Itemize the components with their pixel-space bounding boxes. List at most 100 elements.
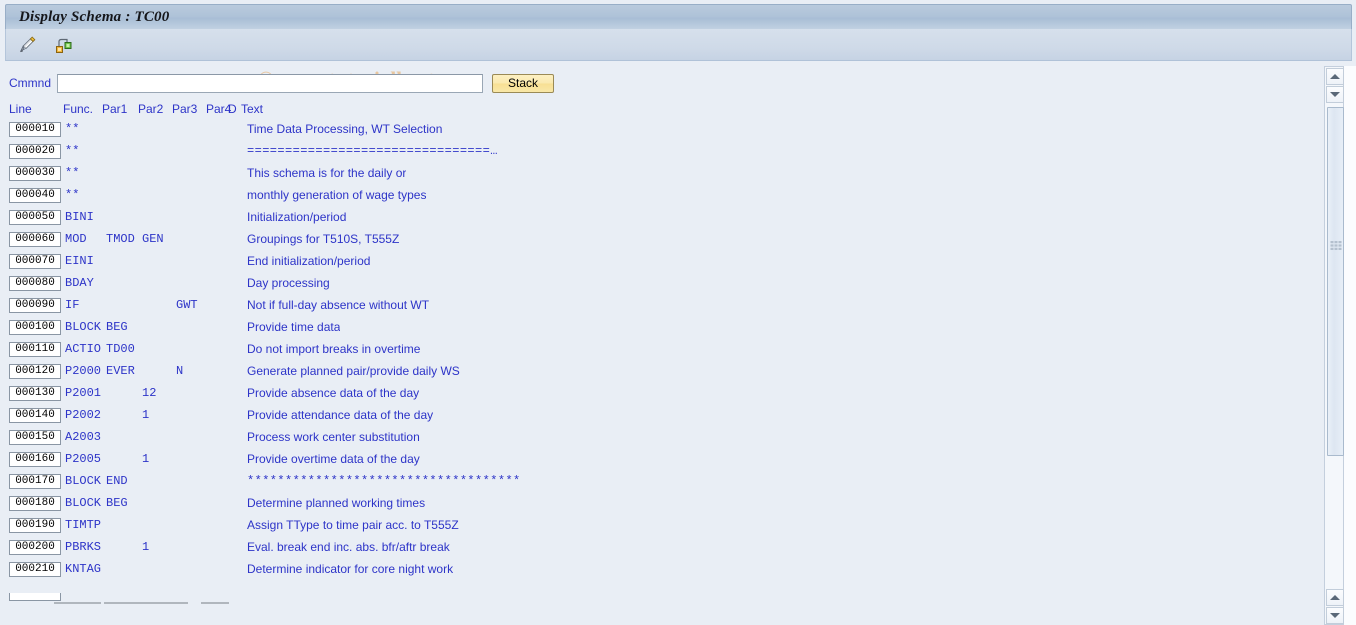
- line-number-box[interactable]: 000140: [9, 407, 61, 423]
- table-row[interactable]: 000140 P2002 1 Provide attendance data of t…: [0, 404, 1320, 426]
- field-func[interactable]: P2001: [65, 386, 106, 400]
- table-row[interactable]: 000200 PBRKS 1 Eval. break end inc. abs. bf…: [0, 536, 1320, 558]
- field-text[interactable]: Do not import breaks in overtime: [247, 342, 420, 356]
- line-number-box[interactable]: 000110: [9, 341, 61, 357]
- line-number-box[interactable]: 000080: [9, 275, 61, 291]
- field-text[interactable]: Day processing: [247, 276, 330, 290]
- field-func[interactable]: TIMTP: [65, 518, 106, 532]
- line-number-box[interactable]: 000120: [9, 363, 61, 379]
- field-func[interactable]: **: [65, 188, 106, 202]
- field-text[interactable]: Provide absence data of the day: [247, 386, 419, 400]
- field-func[interactable]: **: [65, 144, 106, 158]
- table-row[interactable]: 000090 IF GWT Not if full-day absence witho…: [0, 294, 1320, 316]
- command-input[interactable]: [57, 73, 483, 93]
- table-row[interactable]: 000110 ACTIO TD00 Do not import breaks in o…: [0, 338, 1320, 360]
- field-func[interactable]: P2000: [65, 364, 106, 378]
- field-func[interactable]: A2003: [65, 430, 106, 444]
- line-number-box[interactable]: 000060: [9, 231, 61, 247]
- field-func[interactable]: IF: [65, 298, 106, 312]
- field-text[interactable]: Not if full-day absence without WT: [247, 298, 429, 312]
- field-par1[interactable]: TD00: [106, 342, 142, 356]
- line-number-box[interactable]: 000190: [9, 517, 61, 533]
- field-text[interactable]: Time Data Processing, WT Selection: [247, 122, 442, 136]
- table-row[interactable]: 000070 EINI End initialization/period: [0, 250, 1320, 272]
- line-number-box[interactable]: 000010: [9, 121, 61, 137]
- line-number-box[interactable]: 000160: [9, 451, 61, 467]
- field-par2[interactable]: 1: [142, 408, 176, 422]
- line-number-box[interactable]: 000100: [9, 319, 61, 335]
- line-number-box[interactable]: 000130: [9, 385, 61, 401]
- table-row[interactable]: 000100 BLOCK BEG Provide time data: [0, 316, 1320, 338]
- line-number-box[interactable]: 000180: [9, 495, 61, 511]
- line-number-box[interactable]: 000200: [9, 539, 61, 555]
- table-row[interactable]: 000210 KNTAG Determine indicator for core …: [0, 558, 1320, 580]
- table-row[interactable]: 000060 MOD TMOD GEN Groupings for T510S, T55…: [0, 228, 1320, 250]
- grid-scroll-up-button-bottom[interactable]: [1326, 589, 1344, 606]
- field-par1[interactable]: EVER: [106, 364, 142, 378]
- line-number-box[interactable]: 000030: [9, 165, 61, 181]
- field-func[interactable]: P2005: [65, 452, 106, 466]
- field-text[interactable]: Eval. break end inc. abs. bfr/aftr break: [247, 540, 450, 554]
- line-number-box[interactable]: 000090: [9, 297, 61, 313]
- field-func[interactable]: PBRKS: [65, 540, 106, 554]
- table-row[interactable]: 000150 A2003 Process work center substitut…: [0, 426, 1320, 448]
- field-par3[interactable]: N: [176, 364, 210, 378]
- table-row[interactable]: 000030 ** This schema is for the daily or: [0, 162, 1320, 184]
- field-par1[interactable]: BEG: [106, 496, 142, 510]
- field-par3[interactable]: GWT: [176, 298, 210, 312]
- field-func[interactable]: P2002: [65, 408, 106, 422]
- field-text[interactable]: monthly generation of wage types: [247, 188, 426, 202]
- field-func[interactable]: BLOCK: [65, 474, 106, 488]
- table-row[interactable]: 000180 BLOCK BEG Determine planned working …: [0, 492, 1320, 514]
- table-row[interactable]: 000040 ** monthly generation of wage types: [0, 184, 1320, 206]
- table-row[interactable]: 000170 BLOCK END **************************…: [0, 470, 1320, 492]
- field-text[interactable]: End initialization/period: [247, 254, 370, 268]
- line-number-box[interactable]: 000050: [9, 209, 61, 225]
- grid-scroll-down-button[interactable]: [1326, 86, 1344, 103]
- table-row[interactable]: 000020 ** ================================…: [0, 140, 1320, 162]
- grid-vertical-scrollbar[interactable]: [1324, 66, 1344, 625]
- table-row[interactable]: 000010 ** Time Data Processing, WT Selecti…: [0, 118, 1320, 140]
- field-par2[interactable]: 1: [142, 540, 176, 554]
- field-text[interactable]: Assign TType to time pair acc. to T555Z: [247, 518, 459, 532]
- page-vertical-scrollbar[interactable]: [1344, 66, 1356, 625]
- line-number-box[interactable]: 000040: [9, 187, 61, 203]
- field-text[interactable]: ************************************: [247, 474, 521, 488]
- grid-scroll-up-button[interactable]: [1326, 68, 1344, 85]
- field-text[interactable]: Groupings for T510S, T555Z: [247, 232, 399, 246]
- schema-hierarchy-icon[interactable]: [50, 32, 78, 58]
- edit-pencil-icon[interactable]: [14, 32, 42, 58]
- table-row[interactable]: 000050 BINI Initialization/period: [0, 206, 1320, 228]
- field-text[interactable]: Provide overtime data of the day: [247, 452, 420, 466]
- field-par1[interactable]: END: [106, 474, 142, 488]
- field-func[interactable]: ACTIO: [65, 342, 106, 356]
- line-number-box[interactable]: 000020: [9, 143, 61, 159]
- field-text[interactable]: Generate planned pair/provide daily WS: [247, 364, 460, 378]
- table-row[interactable]: 000080 BDAY Day processing: [0, 272, 1320, 294]
- field-func[interactable]: EINI: [65, 254, 106, 268]
- field-par2[interactable]: 1: [142, 452, 176, 466]
- field-func[interactable]: BINI: [65, 210, 106, 224]
- field-text[interactable]: Initialization/period: [247, 210, 346, 224]
- table-row[interactable]: 000130 P2001 12 Provide absence data of the…: [0, 382, 1320, 404]
- field-text[interactable]: Determine planned working times: [247, 496, 425, 510]
- field-func[interactable]: **: [65, 166, 106, 180]
- field-text[interactable]: Determine indicator for core night work: [247, 562, 453, 576]
- field-func[interactable]: **: [65, 122, 106, 136]
- field-par2[interactable]: 12: [142, 386, 176, 400]
- field-func[interactable]: BDAY: [65, 276, 106, 290]
- table-row[interactable]: 000120 P2000 EVER N Generate planned pair/pr…: [0, 360, 1320, 382]
- line-number-box[interactable]: 000150: [9, 429, 61, 445]
- field-func[interactable]: BLOCK: [65, 320, 106, 334]
- line-number-box[interactable]: 000210: [9, 561, 61, 577]
- field-par1[interactable]: TMOD: [106, 232, 142, 246]
- field-func[interactable]: BLOCK: [65, 496, 106, 510]
- grid-scroll-thumb[interactable]: [1327, 107, 1344, 456]
- field-text[interactable]: This schema is for the daily or: [247, 166, 406, 180]
- field-text[interactable]: Process work center substitution: [247, 430, 420, 444]
- field-text[interactable]: Provide attendance data of the day: [247, 408, 433, 422]
- field-text[interactable]: ================================…: [247, 144, 498, 158]
- field-func[interactable]: MOD: [65, 232, 106, 246]
- table-row[interactable]: 000160 P2005 1 Provide overtime data of the…: [0, 448, 1320, 470]
- line-number-box[interactable]: 000070: [9, 253, 61, 269]
